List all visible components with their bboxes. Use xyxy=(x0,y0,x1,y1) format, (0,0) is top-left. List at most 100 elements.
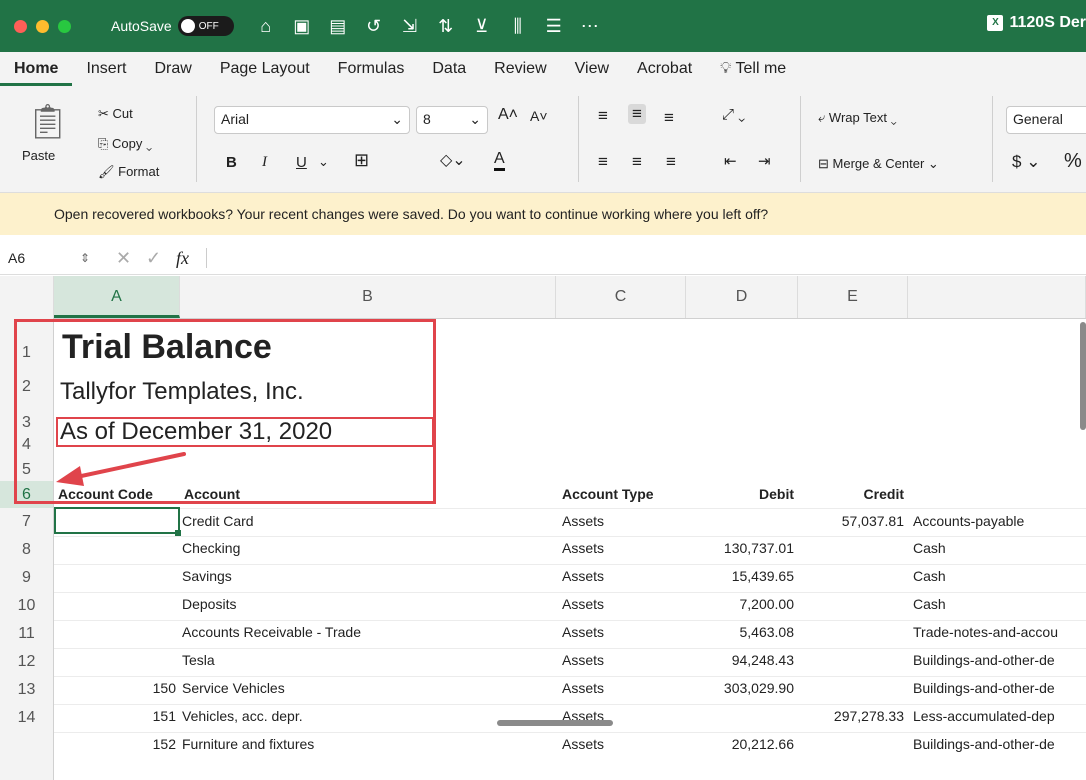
cell-code[interactable]: 152 xyxy=(58,736,176,752)
fill-handle[interactable] xyxy=(175,530,181,536)
cell-account[interactable]: Service Vehicles xyxy=(182,680,285,696)
header-debit[interactable]: Debit xyxy=(690,486,794,502)
align-bottom-icon[interactable]: ≡ xyxy=(664,108,674,128)
cell-f[interactable]: Accounts-payable xyxy=(913,513,1083,529)
font-size-select[interactable]: 8 ⌄ xyxy=(416,106,488,134)
vertical-scrollbar-thumb[interactable] xyxy=(1080,322,1086,430)
undo-icon[interactable]: ↺ xyxy=(364,16,384,37)
row-header[interactable]: 7 xyxy=(0,508,54,536)
column-header-d[interactable]: D xyxy=(686,276,798,318)
cell-f[interactable]: Buildings-and-other-de xyxy=(913,736,1083,752)
cell-type[interactable]: Assets xyxy=(562,624,604,640)
minimize-window-button[interactable] xyxy=(36,19,49,33)
column-header-f[interactable] xyxy=(908,276,1086,318)
more-icon[interactable]: ⋯ xyxy=(580,16,600,37)
cell-f[interactable]: Buildings-and-other-de xyxy=(913,680,1083,696)
name-box[interactable]: A6 xyxy=(8,250,80,266)
select-all-corner[interactable] xyxy=(0,276,54,318)
column-header-b[interactable]: B xyxy=(180,276,556,318)
cell-account[interactable]: Deposits xyxy=(182,596,236,612)
cell-debit[interactable]: 20,212.66 xyxy=(690,736,794,752)
column-header-c[interactable]: C xyxy=(556,276,686,318)
font-name-select[interactable]: Arial ⌄ xyxy=(214,106,410,134)
cut-button[interactable]: ✂ Cut xyxy=(98,106,133,122)
cell-f[interactable]: Cash xyxy=(913,540,1083,556)
bold-button[interactable]: B xyxy=(226,154,237,171)
columns-icon[interactable]: ⫼ xyxy=(508,16,528,37)
cell-code[interactable]: 151 xyxy=(58,708,176,724)
save-as-icon[interactable]: ▤ xyxy=(328,16,348,37)
row-header[interactable]: 9 xyxy=(0,564,54,592)
cell-type[interactable]: Assets xyxy=(562,568,604,584)
paste-button[interactable]: Paste xyxy=(22,148,55,163)
name-box-stepper-icon[interactable]: ⇕ xyxy=(80,251,116,265)
tab-page-layout[interactable]: Page Layout xyxy=(206,52,324,86)
paste-icon[interactable]: 📋︎ xyxy=(26,102,69,142)
tab-draw[interactable]: Draw xyxy=(140,52,205,86)
currency-button[interactable]: $ ⌄ xyxy=(1012,152,1040,172)
row-header[interactable]: 12 xyxy=(0,648,54,676)
copy-button[interactable]: ⎘ Copy ⌄ xyxy=(98,136,152,152)
cell-type[interactable]: Assets xyxy=(562,736,604,752)
fx-icon[interactable]: fx xyxy=(176,248,206,269)
font-color-icon[interactable]: A xyxy=(494,150,505,171)
cell-account[interactable]: Vehicles, acc. depr. xyxy=(182,708,303,724)
align-top-icon[interactable]: ≡ xyxy=(598,106,608,126)
cell-f[interactable]: Trade-notes-and-accou xyxy=(913,624,1083,640)
wrap-text-button[interactable]: ⤶ Wrap Text ⌄ xyxy=(818,110,897,126)
column-header-e[interactable]: E xyxy=(798,276,908,318)
cell-debit[interactable]: 15,439.65 xyxy=(690,568,794,584)
cell-credit[interactable]: 57,037.81 xyxy=(800,513,904,529)
save-icon[interactable]: ▣ xyxy=(292,16,312,37)
confirm-icon[interactable]: ✓ xyxy=(146,248,176,269)
tab-insert[interactable]: Insert xyxy=(72,52,140,86)
tab-formulas[interactable]: Formulas xyxy=(324,52,419,86)
cell-f[interactable]: Cash xyxy=(913,568,1083,584)
active-cell-a6[interactable] xyxy=(54,507,180,534)
cell-account[interactable]: Furniture and fixtures xyxy=(182,736,314,752)
cell-account[interactable]: Checking xyxy=(182,540,240,556)
cell-debit[interactable]: 303,029.90 xyxy=(690,680,794,696)
cell-type[interactable]: Assets xyxy=(562,680,604,696)
row-header[interactable]: 8 xyxy=(0,536,54,564)
format-painter-button[interactable]: 🖌︎ Format xyxy=(98,164,159,180)
tab-acrobat[interactable]: Acrobat xyxy=(623,52,706,86)
cell-type[interactable]: Assets xyxy=(562,596,604,612)
tell-me[interactable]: 💡︎ Tell me xyxy=(706,52,800,86)
filter-icon[interactable]: ⊻ xyxy=(472,16,492,37)
decrease-font-button[interactable]: A˅ xyxy=(530,108,548,124)
tab-home[interactable]: Home xyxy=(0,52,73,86)
row-header[interactable]: 11 xyxy=(0,620,54,648)
cell-credit[interactable]: 297,278.33 xyxy=(800,708,904,724)
cell-code[interactable]: 150 xyxy=(58,680,176,696)
close-window-button[interactable] xyxy=(14,19,27,33)
cell-debit[interactable]: 7,200.00 xyxy=(690,596,795,612)
horizontal-scrollbar-thumb[interactable] xyxy=(497,720,613,726)
zoom-window-button[interactable] xyxy=(58,19,71,33)
redo-icon[interactable]: ⇲ xyxy=(400,16,420,37)
cell-account[interactable]: Tesla xyxy=(182,652,215,668)
rows-icon[interactable]: ☰ xyxy=(544,16,564,37)
cell-account[interactable]: Savings xyxy=(182,568,232,584)
tab-view[interactable]: View xyxy=(561,52,623,86)
column-header-a[interactable]: A xyxy=(54,276,180,318)
sort-icon[interactable]: ⇅ xyxy=(436,16,456,37)
row-header[interactable]: 10 xyxy=(0,592,54,620)
increase-indent-icon[interactable]: ⇥ xyxy=(758,152,771,170)
increase-font-button[interactable]: A˄ xyxy=(498,106,518,124)
cell-type[interactable]: Assets xyxy=(562,652,604,668)
cell-account[interactable]: Credit Card xyxy=(182,513,254,529)
borders-icon[interactable]: ⊞ xyxy=(354,150,369,171)
row-header[interactable]: 14 xyxy=(0,704,54,732)
cell-account[interactable]: Accounts Receivable - Trade xyxy=(182,624,361,640)
cancel-icon[interactable]: ✕ xyxy=(116,248,146,269)
autosave-toggle[interactable]: OFF xyxy=(177,16,234,36)
chevron-down-icon[interactable]: ⌄ xyxy=(318,154,329,170)
align-left-icon[interactable]: ≡ xyxy=(598,152,608,172)
align-right-icon[interactable]: ≡ xyxy=(666,152,676,172)
decrease-indent-icon[interactable]: ⇤ xyxy=(724,152,737,170)
cell-type[interactable]: Assets xyxy=(562,540,604,556)
cell-type[interactable]: Assets xyxy=(562,513,604,529)
align-center-icon[interactable]: ≡ xyxy=(632,152,642,172)
cell-debit[interactable]: 5,463.08 xyxy=(690,624,795,640)
